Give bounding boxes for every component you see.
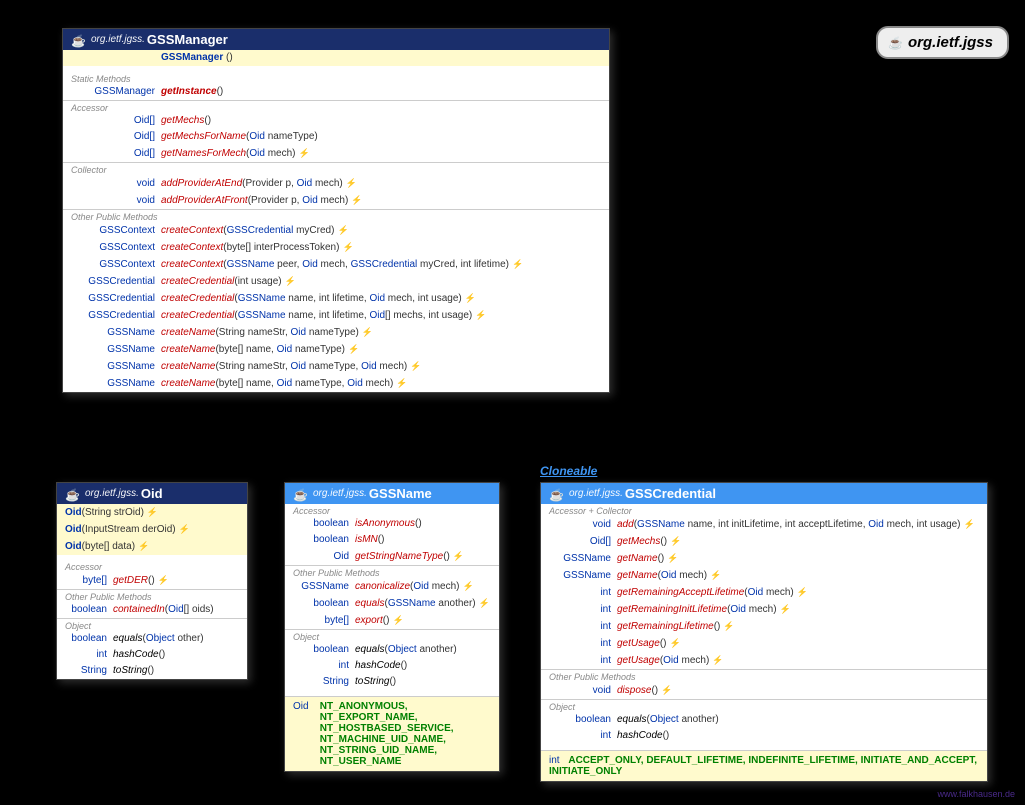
method-row: GSSNamegetName (Oid mech)⚡ xyxy=(541,567,987,584)
method-row: voidaddProviderAtFront (Provider p, Oid … xyxy=(63,192,609,209)
method-row: intgetUsage (Oid mech)⚡ xyxy=(541,652,987,669)
coffee-icon xyxy=(888,37,902,49)
method-row: inthashCode () xyxy=(57,647,247,663)
method-row: Oid[]getMechs ()⚡ xyxy=(541,533,987,550)
method-row: intgetRemainingLifetime ()⚡ xyxy=(541,618,987,635)
package-name: org.ietf.jgss xyxy=(908,34,993,51)
method-row: StringtoString () xyxy=(57,663,247,679)
coffee-icon xyxy=(293,488,307,500)
method-row: voidadd (GSSName name, int initLifetime,… xyxy=(541,516,987,533)
method-row: GSSCredentialcreateCredential (GSSName n… xyxy=(63,290,609,307)
constructor-row: Oid (InputStream derOid)⚡ xyxy=(57,521,247,538)
method-row: Oid[]getMechs () xyxy=(63,113,609,129)
section-collector: Collector xyxy=(63,162,609,175)
method-row: intgetRemainingAcceptLifetime (Oid mech)… xyxy=(541,584,987,601)
method-row: voidaddProviderAtEnd (Provider p, Oid me… xyxy=(63,175,609,192)
coffee-icon xyxy=(65,488,79,500)
constructor-row: Oid (String strOid)⚡ xyxy=(57,504,247,521)
method-row: inthashCode () xyxy=(285,658,499,674)
section-static: Static Methods xyxy=(63,72,609,84)
constructor-row: Oid (byte[] data)⚡ xyxy=(57,538,247,555)
method-row: StringtoString () xyxy=(285,674,499,690)
card-oid: org.ietf.jgss. Oid Oid (String strOid)⚡O… xyxy=(56,482,248,680)
constructor-row: GSSManager () xyxy=(63,50,609,66)
method-row: GSSContextcreateContext (byte[] interPro… xyxy=(63,239,609,256)
package-badge: org.ietf.jgss xyxy=(876,26,1009,59)
method-row: GSSNamecreateName (byte[] name, Oid name… xyxy=(63,341,609,358)
method-row: Oid[]getNamesForMech (Oid mech)⚡ xyxy=(63,145,609,162)
card-header: org.ietf.jgss. GSSManager xyxy=(63,29,609,50)
method-row: booleanisMN () xyxy=(285,532,499,548)
coffee-icon xyxy=(549,488,563,500)
constants-block: Oid NT_ANONYMOUS,NT_EXPORT_NAME,NT_HOSTB… xyxy=(285,696,499,771)
method-row: booleanequals (Object another) xyxy=(285,642,499,658)
section-other: Other Public Methods xyxy=(63,209,609,222)
method-row: intgetRemainingInitLifetime (Oid mech)⚡ xyxy=(541,601,987,618)
method-row: GSSContextcreateContext (GSSName peer, O… xyxy=(63,256,609,273)
method-row: booleanequals (Object another) xyxy=(541,712,987,728)
method-row: booleanequals (Object other) xyxy=(57,631,247,647)
method-row: GSSCredentialcreateCredential (int usage… xyxy=(63,273,609,290)
card-gsscredential: org.ietf.jgss. GSSCredential Accessor + … xyxy=(540,482,988,782)
card-header: org.ietf.jgss. GSSName xyxy=(285,483,499,504)
card-header: org.ietf.jgss. Oid xyxy=(57,483,247,504)
method-row: byte[]getDER ()⚡ xyxy=(57,572,247,589)
method-row: GSSManagergetInstance () xyxy=(63,84,609,100)
method-row: booleanisAnonymous () xyxy=(285,516,499,532)
card-header: org.ietf.jgss. GSSCredential xyxy=(541,483,987,504)
method-row: GSSContextcreateContext (GSSCredential m… xyxy=(63,222,609,239)
coffee-icon xyxy=(71,34,85,46)
method-row: GSSNamecreateName (String nameStr, Oid n… xyxy=(63,324,609,341)
card-gssmanager: org.ietf.jgss. GSSManager GSSManager () … xyxy=(62,28,610,393)
method-row: booleancontainedIn (Oid[] oids) xyxy=(57,602,247,618)
constants-block: int ACCEPT_ONLY, DEFAULT_LIFETIME, INDEF… xyxy=(541,750,987,781)
method-row: byte[]export ()⚡ xyxy=(285,612,499,629)
method-row: Oid[]getMechsForName (Oid nameType) xyxy=(63,129,609,145)
method-row: GSSNamecanonicalize (Oid mech)⚡ xyxy=(285,578,499,595)
method-row: GSSNamegetName ()⚡ xyxy=(541,550,987,567)
method-row: OidgetStringNameType ()⚡ xyxy=(285,548,499,565)
method-row: voiddispose ()⚡ xyxy=(541,682,987,699)
card-gssname: org.ietf.jgss. GSSName Accessor booleani… xyxy=(284,482,500,772)
cloneable-label: Cloneable xyxy=(540,464,597,478)
method-row: booleanequals (GSSName another)⚡ xyxy=(285,595,499,612)
method-row: GSSCredentialcreateCredential (GSSName n… xyxy=(63,307,609,324)
footer-link[interactable]: www.falkhausen.de xyxy=(937,789,1015,799)
method-row: inthashCode () xyxy=(541,728,987,744)
section-accessor: Accessor xyxy=(63,100,609,113)
method-row: GSSNamecreateName (byte[] name, Oid name… xyxy=(63,375,609,392)
method-row: GSSNamecreateName (String nameStr, Oid n… xyxy=(63,358,609,375)
method-row: intgetUsage ()⚡ xyxy=(541,635,987,652)
